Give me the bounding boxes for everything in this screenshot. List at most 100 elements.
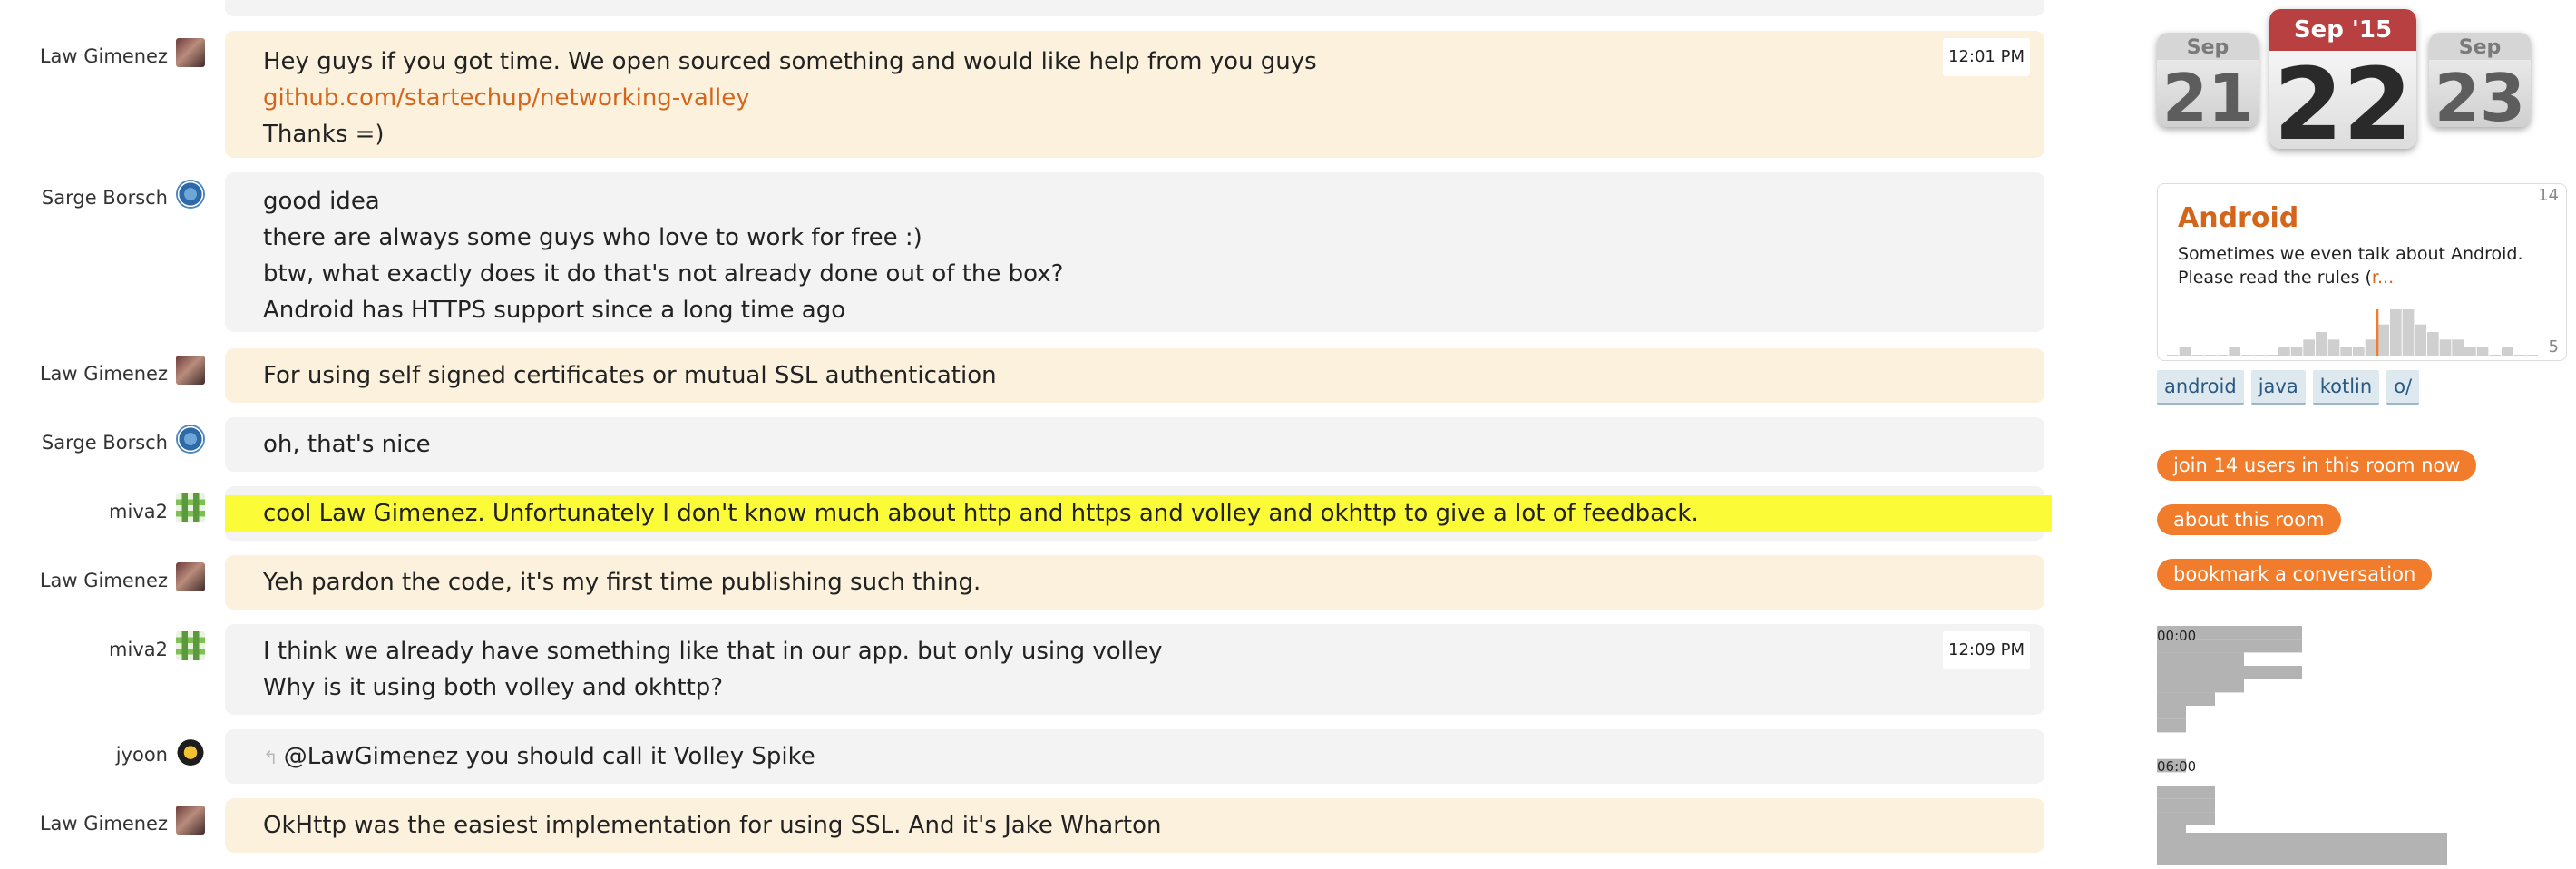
sparkline-bar (2353, 347, 2365, 356)
message-text: OkHttp was the easiest implementation fo… (263, 812, 1162, 839)
message-author[interactable]: jyoon (0, 744, 168, 766)
message-text: Why is it using both volley and okhttp? (263, 674, 724, 701)
sparkline-bar (2439, 339, 2452, 356)
miva-avatar[interactable] (176, 493, 205, 522)
message-text: oh, that's nice (263, 431, 431, 458)
message-bubble: Yeh pardon the code, it's my first time … (225, 555, 2044, 610)
message-timestamp[interactable]: 12:09 PM (1943, 631, 2030, 669)
activity-label: 06:00 (2157, 758, 2197, 775)
law-avatar[interactable] (176, 356, 205, 385)
message-link[interactable]: github.com/startechup/networking-valley (263, 80, 2044, 116)
right-sidebar: Sep 21 Sep '15 22 Sep 23 Android 14 Some… (2150, 0, 2576, 865)
calendar-month: Sep '15 (2269, 9, 2416, 51)
room-description-text: Sometimes we even talk about Android. Pl… (2178, 244, 2523, 288)
message-bubble: cool Law Gimenez. Unfortunately I don't … (225, 486, 2052, 541)
message-author[interactable]: Law Gimenez (0, 570, 168, 591)
tag-o[interactable]: o/ (2386, 370, 2420, 405)
sparkline-bar (2167, 355, 2179, 356)
activity-bar (2157, 706, 2186, 719)
sparkline-bar (2452, 339, 2464, 356)
message-author[interactable]: Sarge Borsch (0, 432, 168, 454)
room-activity-sparkline (2167, 309, 2538, 356)
sparkline-bar (2502, 347, 2513, 356)
sparkline-bar (2266, 355, 2278, 356)
daily-activity-chart: 00:00 06:00 (2157, 626, 2483, 865)
calendar-day: 22 (2269, 51, 2416, 149)
message-author[interactable]: Sarge Borsch (0, 187, 168, 209)
sparkline-bar (2241, 355, 2253, 356)
message-text: ↰ @LawGimenez you should call it Volley S… (263, 738, 2044, 775)
message-bubble: OkHttp was the easiest implementation fo… (225, 798, 2044, 853)
message-timestamp[interactable]: 12:01 PM (1943, 38, 2030, 76)
sparkline-bar (2327, 339, 2340, 356)
sarge-avatar[interactable] (176, 180, 205, 209)
sparkline-bar (2365, 339, 2377, 356)
sparkline-bar (2489, 355, 2501, 356)
bookmark-conversation-button[interactable]: bookmark a conversation (2157, 559, 2433, 590)
message-bubble: Hey guys if you got time. We open source… (225, 31, 2044, 158)
room-rules-link[interactable]: r... (2372, 268, 2394, 288)
message-text: cool Law Gimenez. Unfortunately I don't … (225, 495, 2052, 532)
message-bubble: For using self signed certificates or mu… (225, 348, 2044, 403)
sparkline-bar (2303, 339, 2315, 356)
message-text: good idea (263, 188, 380, 215)
calendar-current-day[interactable]: Sep '15 22 (2269, 9, 2416, 149)
sparkline-bar (2476, 347, 2489, 356)
sparkline-bar (2179, 347, 2191, 356)
message-author[interactable]: Law Gimenez (0, 813, 168, 835)
calendar-day: 23 (2429, 60, 2531, 127)
message-author[interactable]: Law Gimenez (0, 45, 168, 67)
room-tags: android java kotlin o/ (2157, 370, 2426, 405)
previous-message-edge (225, 0, 2044, 16)
sparkline-bar (2191, 355, 2203, 356)
sparkline-bar (2340, 347, 2352, 356)
law-avatar[interactable] (176, 562, 205, 591)
tag-kotlin[interactable]: kotlin (2312, 370, 2380, 405)
calendar-day: 21 (2157, 60, 2259, 127)
activity-bar (2157, 679, 2244, 693)
sparkline-bar (2464, 347, 2476, 356)
message-author[interactable]: miva2 (0, 639, 168, 660)
reply-text: @LawGimenez you should call it Volley Sp… (283, 743, 815, 770)
sparkline-bar (2513, 355, 2526, 356)
message-text: btw, what exactly does it do that's not … (263, 260, 1064, 288)
room-min-count: 5 (2548, 337, 2559, 356)
sarge-avatar[interactable] (176, 425, 205, 454)
law-avatar[interactable] (176, 806, 205, 835)
message-text: For using self signed certificates or mu… (263, 362, 997, 389)
message-text: I think we already have something like t… (263, 638, 1163, 665)
activity-bars (2157, 626, 2447, 865)
room-name[interactable]: Android (2178, 202, 2298, 234)
calendar-prev-day[interactable]: Sep 21 (2157, 33, 2259, 127)
activity-bar (2157, 833, 2447, 865)
calendar-next-day[interactable]: Sep 23 (2429, 33, 2531, 127)
message-author[interactable]: miva2 (0, 501, 168, 522)
join-room-button[interactable]: join 14 users in this room now (2157, 450, 2477, 481)
sparkline-now-marker (2376, 309, 2379, 356)
room-card[interactable]: Android 14 Sometimes we even talk about … (2157, 183, 2567, 361)
activity-bar (2157, 666, 2302, 679)
message-text: there are always some guys who love to w… (263, 224, 922, 251)
chat-transcript: Law Gimenez Hey guys if you got time. We… (0, 0, 2059, 865)
jyoon-avatar[interactable] (176, 737, 205, 766)
activity-bar (2157, 718, 2186, 733)
tag-android[interactable]: android (2157, 370, 2244, 405)
sparkline-bar (2390, 309, 2402, 356)
sparkline-bar (2427, 332, 2439, 356)
message-bubble: ↰ @LawGimenez you should call it Volley S… (225, 729, 2044, 784)
sparkline-bar (2253, 355, 2266, 356)
message-text: Thanks =) (263, 121, 385, 148)
sparkline-bar (2204, 355, 2216, 356)
message-author[interactable]: Law Gimenez (0, 363, 168, 385)
calendar-month: Sep (2429, 33, 2531, 60)
sparkline-bar (2415, 324, 2426, 356)
tag-java[interactable]: java (2250, 370, 2306, 405)
law-avatar[interactable] (176, 38, 205, 67)
reply-icon[interactable]: ↰ (263, 747, 278, 768)
sparkline-bar (2402, 309, 2415, 356)
sparkline-bar (2526, 355, 2538, 356)
about-room-button[interactable]: about this room (2157, 504, 2341, 535)
calendar-month: Sep (2157, 33, 2259, 60)
miva-avatar[interactable] (176, 631, 205, 660)
sparkline-bar (2316, 332, 2327, 356)
